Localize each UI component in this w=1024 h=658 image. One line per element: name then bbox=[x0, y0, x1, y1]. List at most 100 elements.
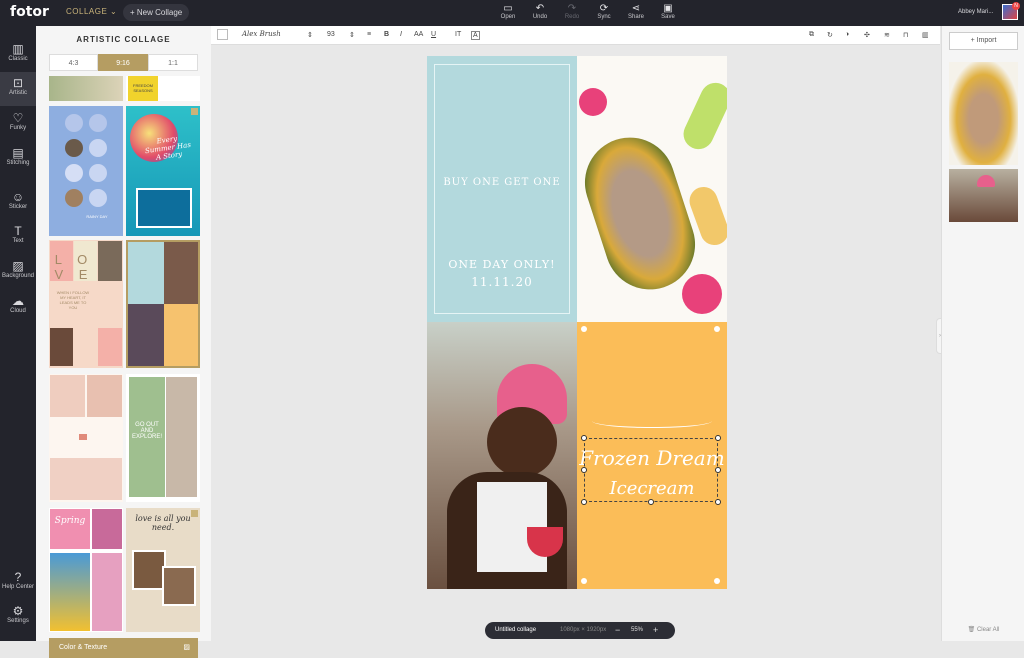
font-size[interactable]: 93 bbox=[327, 31, 335, 38]
stitching-icon: ▤ bbox=[12, 146, 24, 160]
ratio-4-3[interactable]: 4:3 bbox=[49, 54, 98, 71]
zoom-in-button[interactable]: + bbox=[653, 625, 658, 635]
resize-handle[interactable] bbox=[581, 467, 587, 473]
zoom-out-button[interactable]: − bbox=[615, 625, 620, 635]
nav-help-center[interactable]: ? Help Center bbox=[0, 566, 36, 600]
selection-box[interactable] bbox=[584, 438, 718, 502]
font-dropdown-icon[interactable]: ⇕ bbox=[307, 31, 313, 39]
new-collage-button[interactable]: + New Collage bbox=[123, 4, 190, 21]
promo-date[interactable]: 11.11.20 bbox=[427, 275, 577, 289]
align-icon[interactable]: ≡ bbox=[367, 31, 371, 38]
nav-settings[interactable]: ⚙ Settings bbox=[0, 600, 36, 634]
template-thumb[interactable]: L O V E WHEN I FOLLOW MY HEART, IT LEADS… bbox=[49, 240, 123, 368]
promo-text[interactable]: BUY ONE GET ONE bbox=[427, 177, 577, 188]
uploaded-photo-icecream[interactable] bbox=[949, 62, 1018, 165]
photo-tile bbox=[164, 242, 198, 304]
template-thumb[interactable] bbox=[49, 76, 123, 101]
rotate-icon[interactable]: ↻ bbox=[827, 31, 833, 39]
mode-dropdown[interactable]: COLLAGE ⌄ bbox=[66, 7, 117, 16]
font-select[interactable]: Alex Brush bbox=[242, 30, 281, 38]
save-button[interactable]: ▣ Save bbox=[652, 3, 684, 20]
notification-badge[interactable]: N bbox=[1012, 2, 1020, 10]
undo-button[interactable]: ↶ Undo bbox=[524, 3, 556, 20]
nav-artistic[interactable]: ⊡ Artistic bbox=[0, 72, 36, 106]
promo-text[interactable]: ONE DAY ONLY! bbox=[427, 258, 577, 271]
template-thumb[interactable]: love is all you need. bbox=[126, 508, 200, 632]
sync-icon: ⟳ bbox=[599, 3, 609, 14]
nav-stitching[interactable]: ▤ Stitching bbox=[0, 142, 36, 176]
stack-icon[interactable]: ≋ bbox=[884, 31, 890, 39]
right-panel: + Import 🗑 Clear All bbox=[941, 26, 1024, 641]
spacing-icon[interactable]: IT bbox=[455, 31, 461, 38]
pattern-icon[interactable]: ✣ bbox=[864, 31, 870, 39]
template-thumb[interactable] bbox=[49, 374, 123, 502]
resize-handle[interactable] bbox=[581, 499, 587, 505]
photo-cell-icecream[interactable] bbox=[577, 56, 727, 322]
effect-icon[interactable]: A bbox=[471, 31, 480, 40]
resize-handle[interactable] bbox=[648, 499, 654, 505]
panel-title: ARTISTIC COLLAGE bbox=[76, 35, 171, 44]
ratio-1-1[interactable]: 1:1 bbox=[148, 54, 198, 71]
flower bbox=[682, 274, 722, 314]
redo-button[interactable]: ↷ Redo bbox=[556, 3, 588, 20]
lock-icon[interactable]: ⊓ bbox=[903, 31, 908, 39]
left-nav: ▥ Classic ⊡ Artistic ♡ Funky ▤ Stitching ☺ St… bbox=[0, 26, 36, 641]
nav-background[interactable]: ▨ Background bbox=[0, 255, 36, 289]
premium-icon bbox=[191, 510, 198, 517]
undo-icon: ↶ bbox=[535, 3, 545, 14]
color-swatch[interactable] bbox=[217, 29, 228, 40]
size-dropdown-icon[interactable]: ⇕ bbox=[349, 31, 355, 39]
underline-icon[interactable]: U bbox=[431, 31, 436, 38]
collage-canvas[interactable]: BUY ONE GET ONE ONE DAY ONLY! 11.11.20 F… bbox=[427, 56, 727, 589]
user-name[interactable]: Abbey Mari... bbox=[958, 9, 993, 15]
resize-handle[interactable] bbox=[715, 499, 721, 505]
circle-photo bbox=[89, 164, 107, 182]
nav-text[interactable]: T Text bbox=[0, 220, 36, 254]
redo-icon: ↷ bbox=[567, 3, 577, 14]
resize-handle[interactable] bbox=[715, 435, 721, 441]
photo-frame bbox=[136, 188, 192, 228]
resize-handle[interactable] bbox=[581, 435, 587, 441]
case-icon[interactable]: AA bbox=[414, 31, 423, 38]
template-thumb[interactable]: FREEDOM SEASONS bbox=[126, 76, 200, 101]
photo-tile bbox=[50, 375, 85, 417]
share-button[interactable]: ⋖ Share bbox=[620, 3, 652, 20]
clear-all-button[interactable]: 🗑 Clear All bbox=[942, 626, 1024, 633]
template-thumb[interactable]: Spring bbox=[49, 508, 123, 632]
cell-corner[interactable] bbox=[581, 326, 587, 332]
cell-corner[interactable] bbox=[714, 578, 720, 584]
photo-cell-man[interactable] bbox=[427, 322, 577, 589]
collage-name[interactable]: Untitled collage bbox=[495, 627, 536, 633]
resize-handle[interactable] bbox=[715, 467, 721, 473]
sync-button[interactable]: ⟳ Sync bbox=[588, 3, 620, 20]
template-thumb[interactable]: GO OUT AND EXPLORE! bbox=[126, 374, 200, 502]
text-cell-blue[interactable]: BUY ONE GET ONE ONE DAY ONLY! 11.11.20 bbox=[427, 56, 577, 322]
ratio-9-16[interactable]: 9:16 bbox=[98, 54, 148, 71]
folder-icon: ▭ bbox=[503, 3, 513, 14]
color-texture-button[interactable]: Color & Texture ▨ bbox=[49, 638, 198, 658]
fotor-logo[interactable]: fotor bbox=[10, 4, 49, 20]
bold-icon[interactable]: B bbox=[384, 31, 389, 38]
template-thumb[interactable]: Every Summer Has A Story bbox=[126, 106, 200, 236]
thumb-text: L O V E bbox=[54, 252, 94, 282]
template-thumb[interactable]: RAINY DAY bbox=[49, 106, 123, 236]
italic-icon[interactable]: I bbox=[400, 31, 402, 38]
canvas-size: 1080px × 1920px bbox=[560, 627, 607, 633]
cell-corner[interactable] bbox=[714, 326, 720, 332]
help-icon: ? bbox=[14, 570, 22, 584]
pineapple-bowl bbox=[577, 125, 707, 302]
nav-classic[interactable]: ▥ Classic bbox=[0, 38, 36, 72]
nav-funky[interactable]: ♡ Funky bbox=[0, 107, 36, 141]
uploaded-photo-man[interactable] bbox=[949, 169, 1018, 222]
text-cell-orange[interactable]: Frozen Dream Icecream bbox=[577, 322, 727, 589]
nav-sticker[interactable]: ☺ Sticker bbox=[0, 186, 36, 220]
open-button[interactable]: ▭ Open bbox=[492, 3, 524, 20]
trash-icon[interactable]: ▥ bbox=[922, 31, 929, 39]
cell-corner[interactable] bbox=[581, 578, 587, 584]
photo-tile bbox=[92, 509, 122, 549]
layer-icon[interactable]: ◑ bbox=[845, 31, 849, 38]
nav-cloud[interactable]: ☁ Cloud bbox=[0, 290, 36, 324]
duplicate-icon[interactable]: ⧉ bbox=[809, 31, 814, 39]
import-button[interactable]: + Import bbox=[949, 32, 1018, 50]
template-thumb[interactable] bbox=[126, 240, 200, 368]
